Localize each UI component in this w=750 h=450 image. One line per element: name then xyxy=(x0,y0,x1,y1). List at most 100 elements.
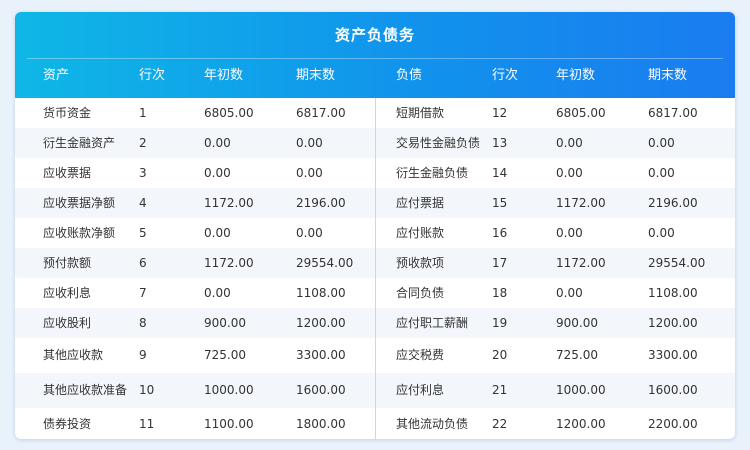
liability-opening-cell: 1200.00 xyxy=(556,417,606,431)
asset-opening-cell: 1100.00 xyxy=(204,417,254,431)
column-header-line-no: 行次 xyxy=(139,68,166,83)
asset-name-cell: 应收票据净额 xyxy=(43,196,116,210)
liability-opening-cell: 1000.00 xyxy=(556,383,606,397)
asset-name-cell: 其他应收款 xyxy=(43,348,104,362)
liability-name-cell: 预收款项 xyxy=(396,256,445,270)
asset-closing-cell: 0.00 xyxy=(296,136,323,150)
asset-line-cell: 11 xyxy=(139,417,155,431)
asset-line-cell: 10 xyxy=(139,383,155,397)
liability-name-cell: 衍生金融负债 xyxy=(396,166,469,180)
asset-opening-cell: 1172.00 xyxy=(204,256,254,270)
liability-name-cell: 应付票据 xyxy=(396,196,445,210)
liability-opening-cell: 0.00 xyxy=(556,226,583,240)
column-header-closing: 期末数 xyxy=(648,68,688,83)
asset-closing-cell: 2196.00 xyxy=(296,196,346,210)
asset-opening-cell: 725.00 xyxy=(204,348,246,362)
liability-opening-cell: 0.00 xyxy=(556,166,583,180)
column-header-assets: 资产 xyxy=(43,68,70,83)
liability-line-cell: 20 xyxy=(492,348,508,362)
asset-opening-cell: 6805.00 xyxy=(204,106,254,120)
asset-opening-cell: 0.00 xyxy=(204,136,231,150)
column-header-line-no: 行次 xyxy=(492,68,519,83)
liability-closing-cell: 2200.00 xyxy=(648,417,698,431)
liability-line-cell: 16 xyxy=(492,226,508,240)
asset-line-cell: 8 xyxy=(139,316,147,330)
liability-line-cell: 19 xyxy=(492,316,508,330)
asset-line-cell: 9 xyxy=(139,348,147,362)
liability-closing-cell: 2196.00 xyxy=(648,196,698,210)
liability-closing-cell: 29554.00 xyxy=(648,256,706,270)
liability-closing-cell: 1200.00 xyxy=(648,316,698,330)
column-divider xyxy=(375,98,376,439)
asset-line-cell: 5 xyxy=(139,226,147,240)
column-header-row: 资产 行次 年初数 期末数 负债 行次 年初数 期末数 xyxy=(15,59,735,98)
liability-line-cell: 15 xyxy=(492,196,508,210)
liability-name-cell: 应交税费 xyxy=(396,348,445,362)
liability-line-cell: 14 xyxy=(492,166,508,180)
column-header-opening: 年初数 xyxy=(204,68,244,83)
asset-name-cell: 预付款额 xyxy=(43,256,92,270)
asset-closing-cell: 1600.00 xyxy=(296,383,346,397)
asset-name-cell: 应收利息 xyxy=(43,286,92,300)
asset-line-cell: 2 xyxy=(139,136,147,150)
liability-closing-cell: 1108.00 xyxy=(648,286,698,300)
liability-opening-cell: 725.00 xyxy=(556,348,598,362)
column-header-liabilities: 负债 xyxy=(396,68,423,83)
liability-opening-cell: 0.00 xyxy=(556,286,583,300)
liability-name-cell: 短期借款 xyxy=(396,106,445,120)
asset-name-cell: 衍生金融资产 xyxy=(43,136,116,150)
asset-line-cell: 7 xyxy=(139,286,147,300)
asset-name-cell: 其他应收款准备 xyxy=(43,383,128,397)
liability-opening-cell: 1172.00 xyxy=(556,196,606,210)
liability-name-cell: 应付利息 xyxy=(396,383,445,397)
liability-line-cell: 12 xyxy=(492,106,508,120)
column-header-closing: 期末数 xyxy=(296,68,336,83)
liability-closing-cell: 0.00 xyxy=(648,136,675,150)
asset-line-cell: 6 xyxy=(139,256,147,270)
liability-name-cell: 其他流动负债 xyxy=(396,417,469,431)
liability-line-cell: 21 xyxy=(492,383,508,397)
liability-line-cell: 18 xyxy=(492,286,508,300)
table-header: 资产负债务 资产 行次 年初数 期末数 负债 行次 年初数 期末数 xyxy=(15,12,735,98)
asset-closing-cell: 1108.00 xyxy=(296,286,346,300)
asset-opening-cell: 0.00 xyxy=(204,286,231,300)
asset-opening-cell: 0.00 xyxy=(204,166,231,180)
asset-name-cell: 债券投资 xyxy=(43,417,92,431)
asset-line-cell: 1 xyxy=(139,106,147,120)
liability-opening-cell: 6805.00 xyxy=(556,106,606,120)
liability-closing-cell: 0.00 xyxy=(648,226,675,240)
liability-closing-cell: 1600.00 xyxy=(648,383,698,397)
asset-opening-cell: 1172.00 xyxy=(204,196,254,210)
asset-closing-cell: 3300.00 xyxy=(296,348,346,362)
asset-name-cell: 应收票据 xyxy=(43,166,92,180)
asset-opening-cell: 900.00 xyxy=(204,316,246,330)
liability-name-cell: 交易性金融负债 xyxy=(396,136,481,150)
asset-name-cell: 货币资金 xyxy=(43,106,92,120)
liability-name-cell: 应付账款 xyxy=(396,226,445,240)
asset-line-cell: 3 xyxy=(139,166,147,180)
asset-closing-cell: 0.00 xyxy=(296,166,323,180)
asset-opening-cell: 1000.00 xyxy=(204,383,254,397)
balance-sheet-card: 资产负债务 资产 行次 年初数 期末数 负债 行次 年初数 期末数 货币资金 1… xyxy=(15,12,735,439)
liability-line-cell: 22 xyxy=(492,417,508,431)
liability-line-cell: 17 xyxy=(492,256,508,270)
liability-opening-cell: 0.00 xyxy=(556,136,583,150)
asset-opening-cell: 0.00 xyxy=(204,226,231,240)
asset-closing-cell: 6817.00 xyxy=(296,106,346,120)
column-header-opening: 年初数 xyxy=(556,68,596,83)
liability-line-cell: 13 xyxy=(492,136,508,150)
asset-closing-cell: 1200.00 xyxy=(296,316,346,330)
asset-closing-cell: 1800.00 xyxy=(296,417,346,431)
liability-opening-cell: 1172.00 xyxy=(556,256,606,270)
liability-opening-cell: 900.00 xyxy=(556,316,598,330)
liability-closing-cell: 6817.00 xyxy=(648,106,698,120)
liability-closing-cell: 3300.00 xyxy=(648,348,698,362)
asset-name-cell: 应收账款净额 xyxy=(43,226,116,240)
liability-name-cell: 应付职工薪酬 xyxy=(396,316,469,330)
asset-line-cell: 4 xyxy=(139,196,147,210)
asset-closing-cell: 0.00 xyxy=(296,226,323,240)
page-title: 资产负债务 xyxy=(27,12,723,59)
asset-name-cell: 应收股利 xyxy=(43,316,92,330)
asset-closing-cell: 29554.00 xyxy=(296,256,354,270)
liability-closing-cell: 0.00 xyxy=(648,166,675,180)
